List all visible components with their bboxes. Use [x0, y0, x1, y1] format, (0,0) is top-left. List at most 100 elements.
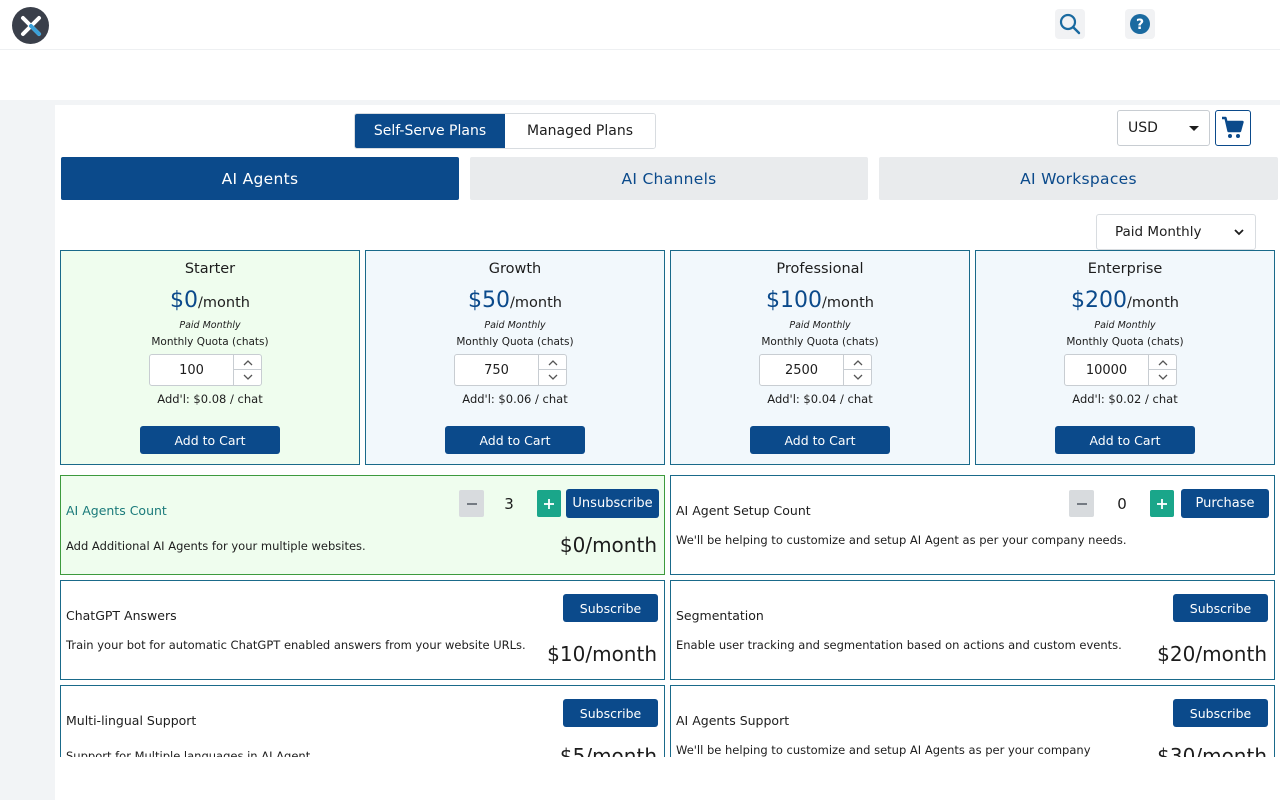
chevron-down-icon[interactable] — [844, 370, 871, 385]
cart-button[interactable] — [1215, 110, 1251, 146]
subscribe-button[interactable]: Subscribe — [1173, 594, 1268, 622]
addon-description: We'll be helping to customize and setup … — [676, 533, 1127, 547]
plan-billing-note: Paid Monthly — [1094, 320, 1156, 331]
quota-label: Monthly Quota (chats) — [456, 336, 574, 348]
close-x-logo[interactable] — [12, 7, 49, 44]
plan-price: $100/month — [671, 288, 969, 313]
add-to-cart-button[interactable]: Add to Cart — [445, 426, 585, 454]
add-to-cart-button[interactable]: Add to Cart — [750, 426, 890, 454]
billing-frequency-select[interactable]: Paid Monthly — [1096, 214, 1256, 250]
svg-text:?: ? — [1136, 17, 1144, 33]
plan-card-starter: Starter $0/month Paid Monthly Monthly Qu… — [60, 250, 360, 465]
plan-price-amount: $0 — [170, 288, 199, 313]
plan-name: Enterprise — [1087, 261, 1163, 277]
plan-billing-note: Paid Monthly — [484, 320, 546, 331]
plan-billing-note: Paid Monthly — [179, 320, 241, 331]
setup-count-value: 0 — [1117, 494, 1127, 513]
plan-price-period: /month — [510, 295, 562, 311]
agents-count-value: 3 — [504, 494, 514, 513]
currency-value: USD — [1128, 120, 1158, 136]
plan-billing-note: Paid Monthly — [789, 320, 851, 331]
plan-price: $200/month — [976, 288, 1274, 313]
addon-title: ChatGPT Answers — [66, 608, 177, 623]
quota-stepper: 10000 — [1064, 354, 1177, 386]
addon-title: AI Agents Support — [676, 713, 790, 728]
addon-price: $20/month — [1157, 642, 1267, 666]
plan-price-amount: $50 — [468, 288, 511, 313]
addon-price: $0/month — [559, 533, 657, 557]
plus-icon[interactable] — [1150, 490, 1174, 517]
add-to-cart-button[interactable]: Add to Cart — [140, 426, 280, 454]
plan-name: Growth — [488, 261, 542, 277]
quota-input[interactable]: 2500 — [760, 355, 844, 385]
addon-description: Add Additional AI Agents for your multip… — [66, 539, 366, 553]
addon-title: Segmentation — [676, 608, 764, 623]
tab-ai-workspaces[interactable]: AI Workspaces — [879, 157, 1278, 200]
addon-chatgpt-answers: ChatGPT Answers Subscribe Train your bot… — [60, 580, 665, 680]
addon-ai-agents-count: AI Agents Count 3 Unsubscribe Add Additi… — [60, 475, 665, 575]
addon-segmentation: Segmentation Subscribe Enable user track… — [670, 580, 1275, 680]
help-icon[interactable]: ? — [1125, 9, 1155, 39]
quota-input[interactable]: 100 — [150, 355, 234, 385]
addon-description: Enable user tracking and segmentation ba… — [676, 638, 1122, 652]
caret-down-icon — [1189, 126, 1199, 131]
minus-icon[interactable] — [459, 490, 484, 517]
plan-name: Professional — [776, 261, 864, 277]
addon-ai-agent-setup-count: AI Agent Setup Count 0 Purchase We'll be… — [670, 475, 1275, 575]
quota-stepper: 750 — [454, 354, 567, 386]
additional-rate: Add'l: $0.08 / chat — [157, 392, 263, 406]
currency-select[interactable]: USD — [1117, 110, 1210, 146]
search-icon[interactable] — [1055, 9, 1085, 39]
plan-card-enterprise: Enterprise $200/month Paid Monthly Month… — [975, 250, 1275, 465]
plan-price-period: /month — [822, 295, 874, 311]
addon-title: AI Agent Setup Count — [676, 503, 811, 518]
quota-input[interactable]: 10000 — [1065, 355, 1149, 385]
chevron-down-icon[interactable] — [234, 370, 261, 385]
chevron-up-icon[interactable] — [234, 355, 261, 370]
add-to-cart-button[interactable]: Add to Cart — [1055, 426, 1195, 454]
plan-price-amount: $200 — [1071, 288, 1128, 313]
additional-rate: Add'l: $0.02 / chat — [1072, 392, 1178, 406]
quota-label: Monthly Quota (chats) — [761, 336, 879, 348]
addon-description: Train your bot for automatic ChatGPT ena… — [66, 638, 526, 652]
quota-label: Monthly Quota (chats) — [151, 336, 269, 348]
unsubscribe-button[interactable]: Unsubscribe — [566, 489, 659, 518]
subscribe-button[interactable]: Subscribe — [563, 699, 658, 727]
plan-price-period: /month — [1127, 295, 1179, 311]
tab-ai-channels[interactable]: AI Channels — [470, 157, 868, 200]
tab-ai-agents[interactable]: AI Agents — [61, 157, 459, 200]
quota-input[interactable]: 750 — [455, 355, 539, 385]
plan-name: Starter — [184, 261, 236, 277]
self-serve-plans-tab[interactable]: Self-Serve Plans — [355, 114, 505, 148]
chevron-down-icon[interactable] — [1149, 370, 1176, 385]
scroll-clip — [55, 757, 1280, 800]
chevron-down-icon[interactable] — [539, 370, 566, 385]
chevron-up-icon[interactable] — [844, 355, 871, 370]
quota-stepper: 100 — [149, 354, 262, 386]
additional-rate: Add'l: $0.06 / chat — [462, 392, 568, 406]
addon-title: Multi-lingual Support — [66, 713, 197, 728]
plan-card-professional: Professional $100/month Paid Monthly Mon… — [670, 250, 970, 465]
plan-type-toggle: Self-Serve Plans Managed Plans — [354, 113, 656, 149]
addon-title: AI Agents Count — [66, 503, 167, 518]
addon-price: $10/month — [547, 642, 657, 666]
cart-icon — [1222, 116, 1244, 138]
top-bar: ? — [0, 0, 1280, 50]
chevron-up-icon[interactable] — [539, 355, 566, 370]
chevron-down-icon — [1234, 229, 1244, 236]
managed-plans-tab[interactable]: Managed Plans — [505, 114, 655, 148]
subscribe-button[interactable]: Subscribe — [563, 594, 658, 622]
chevron-up-icon[interactable] — [1149, 355, 1176, 370]
plus-icon[interactable] — [537, 490, 561, 517]
plan-price: $0/month — [61, 288, 359, 313]
quota-label: Monthly Quota (chats) — [1066, 336, 1184, 348]
plan-card-growth: Growth $50/month Paid Monthly Monthly Qu… — [365, 250, 665, 465]
billing-frequency-value: Paid Monthly — [1115, 224, 1202, 240]
additional-rate: Add'l: $0.04 / chat — [767, 392, 873, 406]
plan-price: $50/month — [366, 288, 664, 313]
subscribe-button[interactable]: Subscribe — [1173, 699, 1268, 727]
purchase-button[interactable]: Purchase — [1181, 489, 1269, 518]
minus-icon[interactable] — [1069, 490, 1094, 517]
plan-price-period: /month — [198, 295, 250, 311]
plan-price-amount: $100 — [766, 288, 823, 313]
